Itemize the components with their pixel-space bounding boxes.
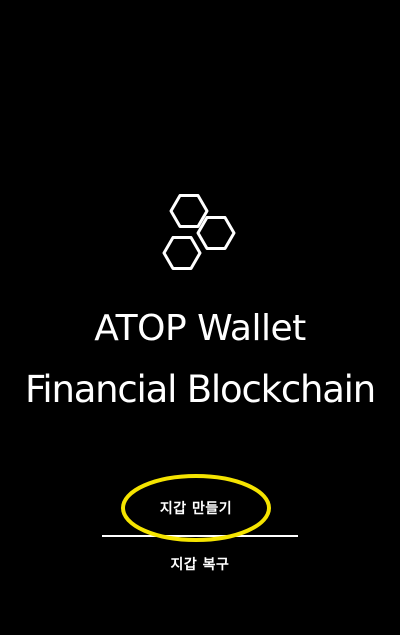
app-title: ATOP Wallet <box>94 308 306 349</box>
hexagon-cluster-icon <box>162 194 236 270</box>
create-wallet-button[interactable]: 지갑 만들기 <box>120 472 272 544</box>
create-wallet-label: 지갑 만들기 <box>159 501 233 517</box>
restore-wallet-label: 지갑 복구 <box>170 557 230 573</box>
restore-wallet-button[interactable]: 지갑 복구 <box>140 550 260 578</box>
app-subtitle: Financial Blockchain <box>24 368 376 411</box>
